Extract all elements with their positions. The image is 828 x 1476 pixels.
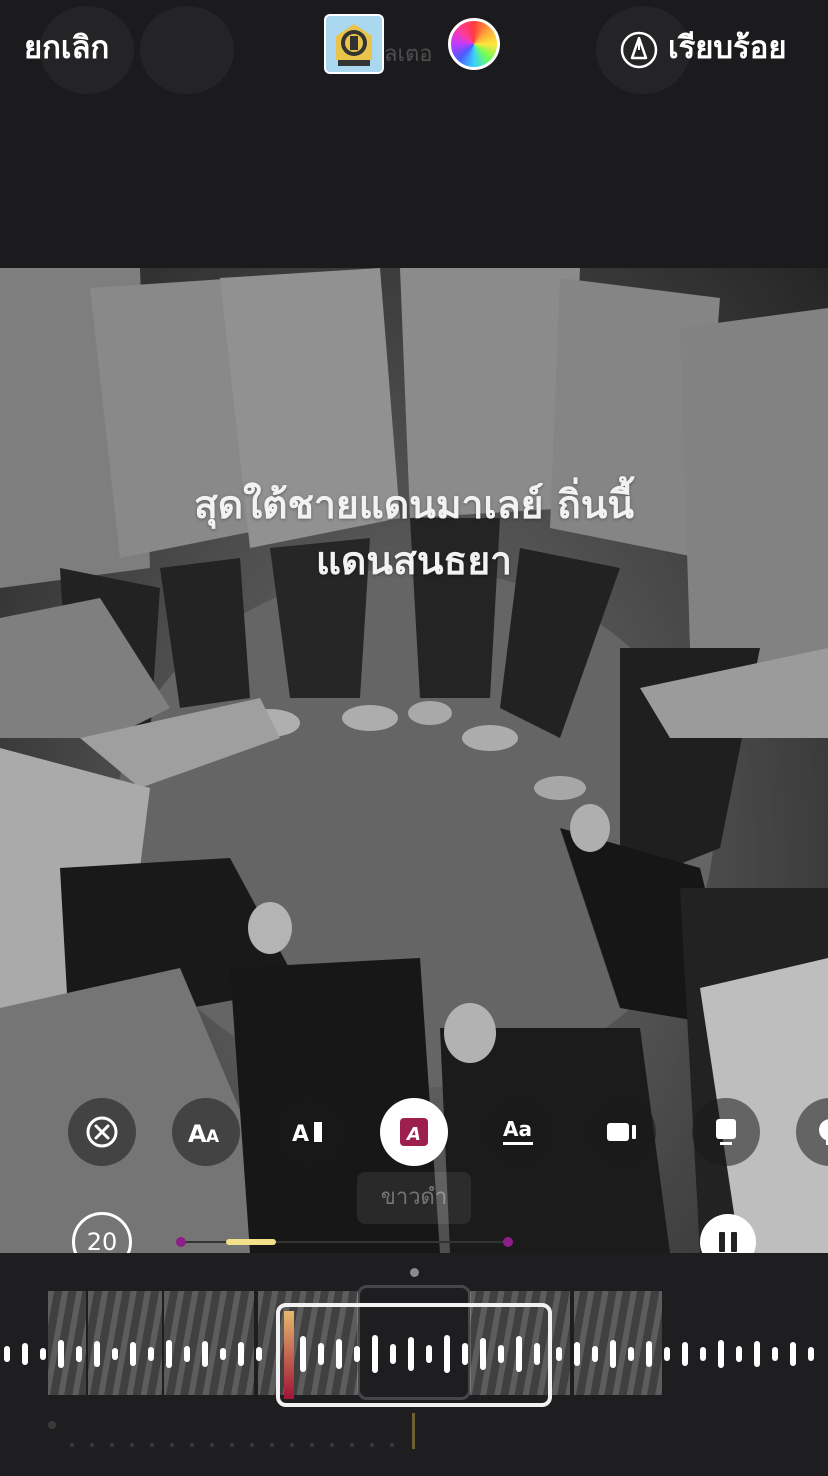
story-caption[interactable]: สุดใต้ชายแดนมาเลย์ ถิ่นนี้ แดนสนธยา [0, 478, 828, 590]
time-ruler [48, 1413, 415, 1449]
timeline-indicator-dot [410, 1268, 419, 1277]
svg-text:A: A [292, 1122, 309, 1147]
text-animation-icon: A [292, 1122, 322, 1147]
text-size-button[interactable]: A A [172, 1098, 240, 1166]
font-style-button[interactable]: Aa [484, 1098, 552, 1166]
bubble-icon [819, 1119, 828, 1145]
sticker-image [326, 16, 382, 72]
scrub-start-marker[interactable] [176, 1237, 186, 1247]
scrub-playhead[interactable] [226, 1239, 276, 1245]
caption-line-1: สุดใต้ชายแดนมาเลย์ ถิ่นนี้ [193, 483, 635, 528]
pause-bar-right [731, 1232, 737, 1252]
style-tooltip: ขาวดำ [357, 1172, 471, 1224]
cancel-button[interactable]: ยกเลิก [24, 22, 109, 72]
pause-bar-left [719, 1232, 725, 1252]
svg-text:A: A [206, 1127, 220, 1147]
done-button[interactable]: เรียบร้อย [668, 22, 787, 72]
timeline-panel[interactable] [0, 1253, 828, 1476]
color-wheel-button[interactable] [448, 18, 500, 70]
svg-text:Aa: Aa [503, 1117, 532, 1141]
filter-ghost-label: ลเตอ [384, 42, 433, 67]
svg-text:A: A [188, 1120, 207, 1147]
clear-text-button[interactable] [68, 1098, 136, 1166]
sticker-thumbnail[interactable] [324, 14, 384, 74]
close-circle-icon [86, 1116, 118, 1148]
video-camera-icon [607, 1123, 636, 1141]
redo-ghost-button [140, 6, 234, 94]
text-size-icon: A A [188, 1120, 220, 1147]
top-bar: ยกเลิก ลเตอ เรียบร้อย [0, 0, 828, 100]
text-style-button[interactable]: A [380, 1098, 448, 1166]
text-style-icon: A [400, 1118, 428, 1146]
camera-button[interactable] [588, 1098, 656, 1166]
svg-text:A: A [405, 1124, 421, 1145]
card-button[interactable] [692, 1098, 760, 1166]
card-icon [716, 1119, 736, 1145]
selection-window[interactable] [276, 1303, 552, 1407]
markup-pen-icon[interactable] [619, 30, 659, 70]
scrub-end-marker[interactable] [503, 1237, 513, 1247]
text-animation-button[interactable]: A [276, 1098, 344, 1166]
scrub-track[interactable] [170, 1234, 670, 1250]
font-style-icon: Aa [503, 1117, 533, 1145]
caption-line-2: แดนสนธยา [315, 539, 513, 584]
